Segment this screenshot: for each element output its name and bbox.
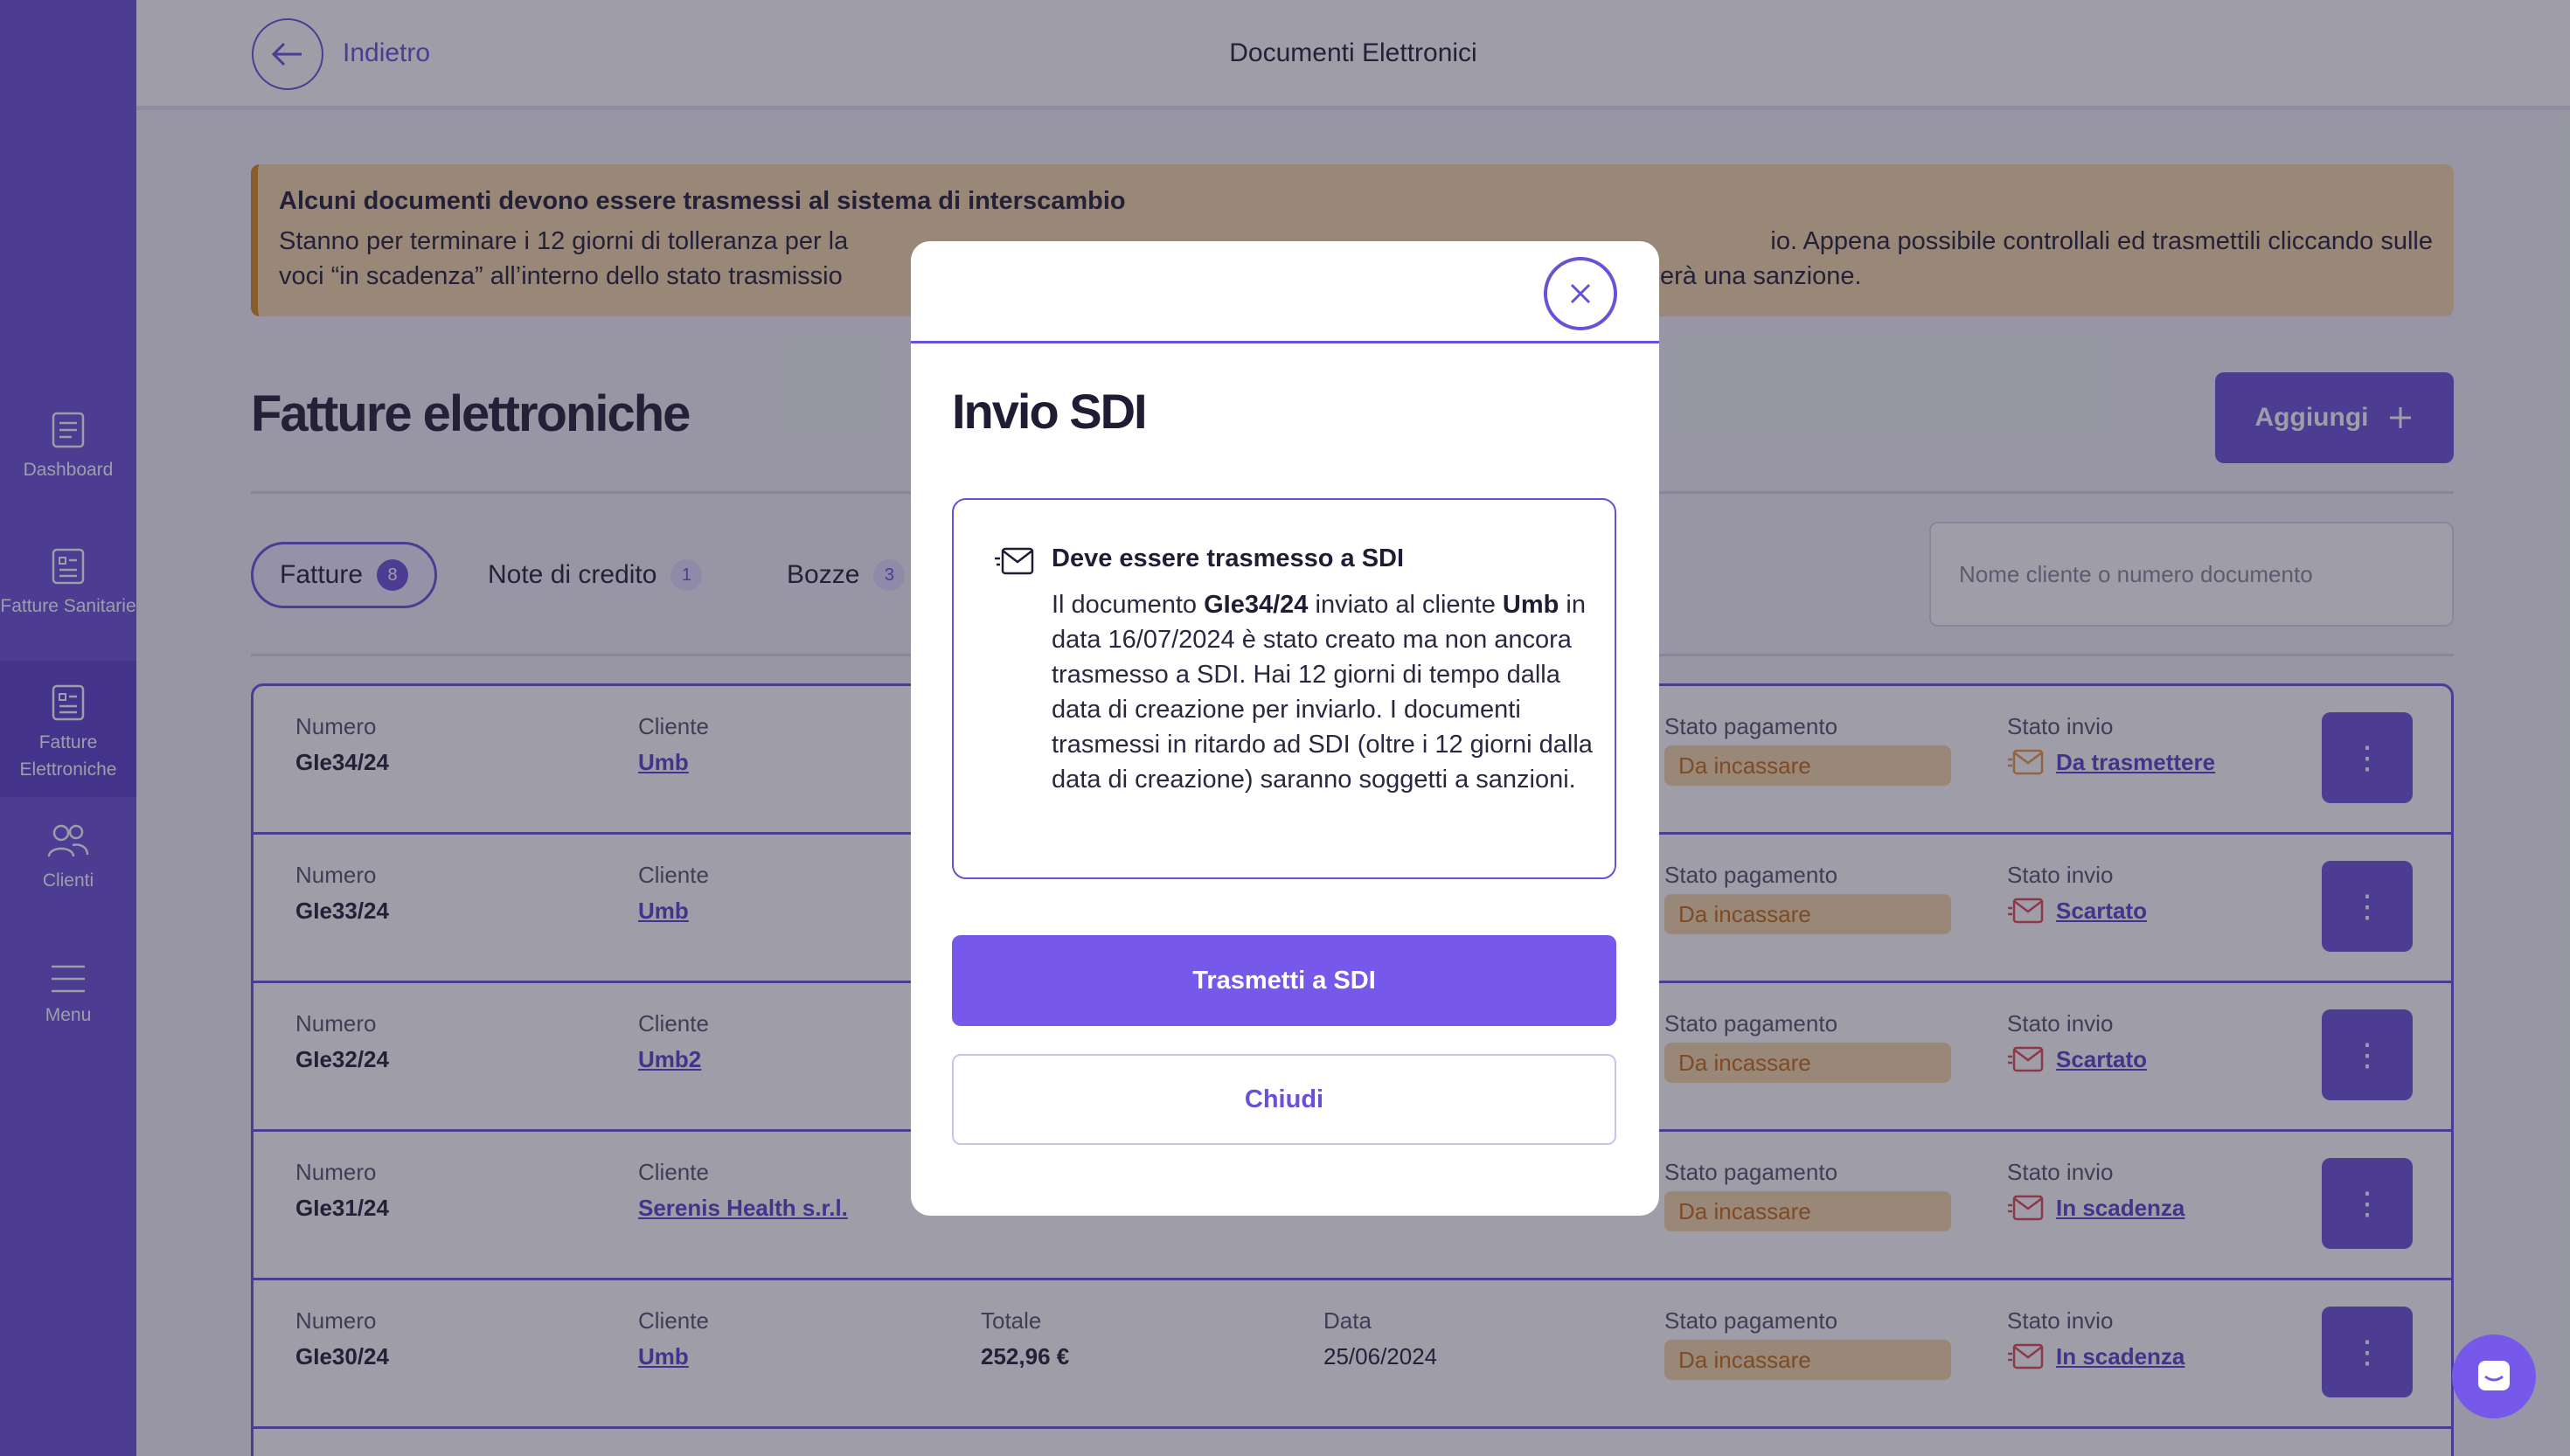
close-modal-button[interactable]: Chiudi: [952, 1054, 1616, 1145]
info-text-fragment: Il documento: [1052, 591, 1205, 619]
client-name: Umb: [1502, 591, 1559, 619]
info-text-fragment: inviato al cliente: [1308, 591, 1503, 619]
modal-title: Invio SDI: [952, 384, 1148, 439]
modal-divider: [911, 341, 1659, 343]
info-box: Deve essere trasmesso a SDI Il documento…: [952, 498, 1616, 879]
envelope-icon: [995, 547, 1034, 575]
chat-launcher-button[interactable]: [2452, 1335, 2536, 1418]
transmit-sdi-button[interactable]: Trasmetti a SDI: [952, 935, 1616, 1026]
close-button[interactable]: [1544, 257, 1617, 330]
info-text-fragment: in data 16/07/2024 è stato creato ma non…: [1052, 591, 1593, 794]
chat-icon: [2478, 1361, 2510, 1390]
info-title: Deve essere trasmesso a SDI: [1052, 544, 1405, 572]
info-text: Il documento GIe34/24 inviato al cliente…: [1052, 587, 1602, 797]
document-number: GIe34/24: [1204, 591, 1309, 619]
invio-sdi-modal: Invio SDI Deve essere trasmesso a SDI Il…: [911, 241, 1659, 1216]
close-icon: [1570, 283, 1591, 304]
